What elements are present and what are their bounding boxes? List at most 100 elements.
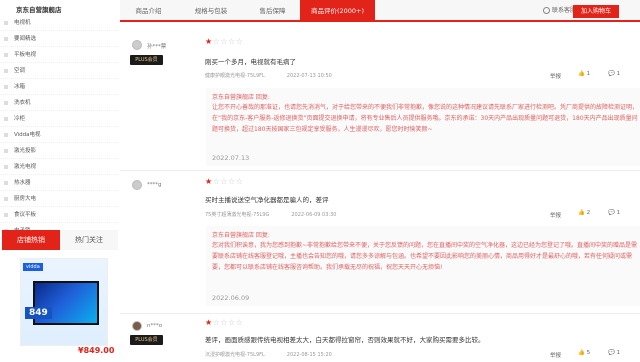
report-link[interactable]: 举报 [550,351,561,359]
review-text: 刚买一个多月，电视就有毛病了 [205,58,296,66]
review-username: n***o [147,323,163,329]
review-username: ****g [147,182,162,188]
review-meta: 75英寸超薄激光电视-75L9G 2022-06-09 03:30 [205,211,336,218]
promo-number: 849 [25,307,52,319]
bullet-icon [4,133,8,137]
bullet-icon [4,37,8,41]
category-label: 洗衣机 [14,100,31,106]
comment-button[interactable]: 💬 1 [608,71,620,77]
review-date: 2022-06-09 03:30 [291,212,337,218]
avatar [132,321,142,331]
reply-date: 2022.07.13 [212,154,250,162]
bullet-icon [4,101,8,105]
thumb-icon: 👍 [578,210,585,216]
customer-service-link[interactable]: 联系客服 [543,0,576,22]
category-item[interactable]: 要闻精选 [0,31,118,47]
product-variant: 沉浸护眼激光电视-75L9FL [205,352,265,358]
rating-stars: ★☆☆☆☆ [205,318,244,327]
seller-reply: 京东自营旗舰店 回复: 让您不开心善哉的那准证，也请您先消消气，对于给您带来的不… [206,88,640,166]
reply-body: 您对我们积诶意，我为您感到抱歉~非常抱歉给您带来不便，关于您反馈的问题，您在直播… [212,242,638,271]
thumb-icon: 👍 [578,350,585,356]
review-item: n***o PLUS会员 ★☆☆☆☆ 差评，画面质感跟传统电视相差太大，白天都得… [120,315,640,362]
comment-icon: 💬 [608,210,615,216]
category-list: 电视机要闻精选平板电视空调冰箱洗衣机冷柜 Vidda电视 激光投影激光电视热水器厨房… [0,15,118,239]
comment-button[interactable]: 💬 1 [608,210,620,216]
like-button[interactable]: 👍 5 [578,350,590,356]
rating-stars: ★☆☆☆☆ [205,37,244,46]
plus-badge: PLUS会员 [130,335,163,345]
report-link[interactable]: 举报 [550,72,561,80]
category-item[interactable]: 激光投影 [0,143,118,159]
review-date: 2022-07-13 10:50 [286,73,332,79]
category-label: 激光投影 [14,148,37,154]
review-text: 差评，画面质感跟传统电视相差太大，白天都得拉窗帘，否则效果就不好，大家购买需要多… [205,336,485,344]
category-item[interactable]: 食议平板 [0,207,118,223]
review-meta: 健康护眼激光电视-75L9FL 2022-07-13 10:50 [205,72,332,79]
tab-hot-follow[interactable]: 热门关注 [60,230,118,250]
bullet-icon [4,85,8,89]
category-item[interactable]: 洗衣机 [0,95,118,111]
category-label: 热水器 [14,180,31,186]
review-item: 孙***票 PLUS会员 ★☆☆☆☆ 刚买一个多月，电视就有毛病了 健康护眼激光… [120,24,640,168]
rating-stars: ★☆☆☆☆ [205,177,244,186]
category-label: 要闻精选 [14,36,37,42]
review-username: 孙***票 [147,44,167,50]
add-to-cart-button[interactable]: 加入购物车 [573,5,619,18]
review-meta: 沉浸护眼激光电视-75L9FL 2022-08-15 15:20 [205,351,332,358]
left-sidebar: 京东自营旗舰店 电视机 要闻精选 平板电视 空调 冰箱 洗衣机 冷柜 Vidda电视 激光投影激… [0,0,118,362]
category-label: 冷柜 [14,116,26,122]
reply-header: 京东自营旗舰店 回复: [212,232,270,239]
seller-reply: 京东自营旗舰店 回复: 您对我们积诶意，我为您感到抱歉~非常抱歉给您带来不便，关… [206,226,640,306]
category-label: 冰箱 [14,84,26,90]
report-link[interactable]: 举报 [550,211,561,219]
category-item[interactable]: 冷柜 [0,111,118,127]
tab-aftersale[interactable]: 售后保障 [245,0,300,22]
hot-item-image[interactable]: vidda 849 [20,258,108,346]
category-label: 厨房大电 [14,196,37,202]
left-tabs: 店铺热销 热门关注 [2,230,118,250]
avatar [132,180,142,190]
comment-button[interactable]: 💬 1 [608,350,620,356]
category-label: 食议平板 [14,212,37,218]
category-label: 激光电视 [14,164,37,170]
category-label: 平板电视 [14,52,37,58]
product-variant: 75英寸超薄激光电视-75L9G [205,212,270,218]
tab-specs[interactable]: 规格与包装 [177,0,245,22]
like-button[interactable]: 👍 1 [578,71,590,77]
category-item[interactable]: 电视机 [0,15,118,31]
category-label: 空调 [14,68,26,74]
bullet-icon [4,181,8,185]
reply-header: 京东自营旗舰店 回复: [212,94,270,101]
category-item[interactable]: 激光电视 [0,159,118,175]
comment-icon: 💬 [608,350,615,356]
service-icon [543,7,550,14]
like-button[interactable]: 👍 2 [578,210,590,216]
comment-icon: 💬 [608,71,615,77]
tab-hot-sales[interactable]: 店铺热销 [2,230,60,250]
bullet-icon [4,149,8,153]
bullet-icon [4,197,8,201]
thumb-icon: 👍 [578,71,585,77]
category-item[interactable]: 空调 [0,63,118,79]
bullet-icon [4,53,8,57]
bullet-icon [4,21,8,25]
reply-body: 让您不开心善哉的那准证，也请您先消消气，对于给您带来的不便我们非常抱歉，像您说的… [212,104,639,133]
category-item[interactable]: Vidda电视 [0,127,118,143]
category-item[interactable]: 冰箱 [0,79,118,95]
hot-item-price[interactable]: ¥849.00 [78,346,114,355]
category-label: Vidda电视 [14,132,41,138]
bullet-icon [4,117,8,121]
plus-badge: PLUS会员 [130,55,163,65]
product-variant: 健康护眼激光电视-75L9FL [205,73,265,79]
category-item[interactable]: 厨房大电 [0,191,118,207]
tab-intro[interactable]: 商品介绍 [120,0,177,22]
category-item[interactable]: 平板电视 [0,47,118,63]
category-label: 电视机 [14,20,31,26]
product-tabs-bar: 商品介绍 规格与包装 售后保障 商品评价(2000+) 联系客服 加入购物车 [120,0,640,22]
tab-reviews[interactable]: 商品评价(2000+) [300,0,375,22]
bullet-icon [4,213,8,217]
category-item[interactable]: 热水器 [0,175,118,191]
avatar [132,40,142,50]
divider [120,313,640,314]
brand-tag: vidda [23,263,43,271]
